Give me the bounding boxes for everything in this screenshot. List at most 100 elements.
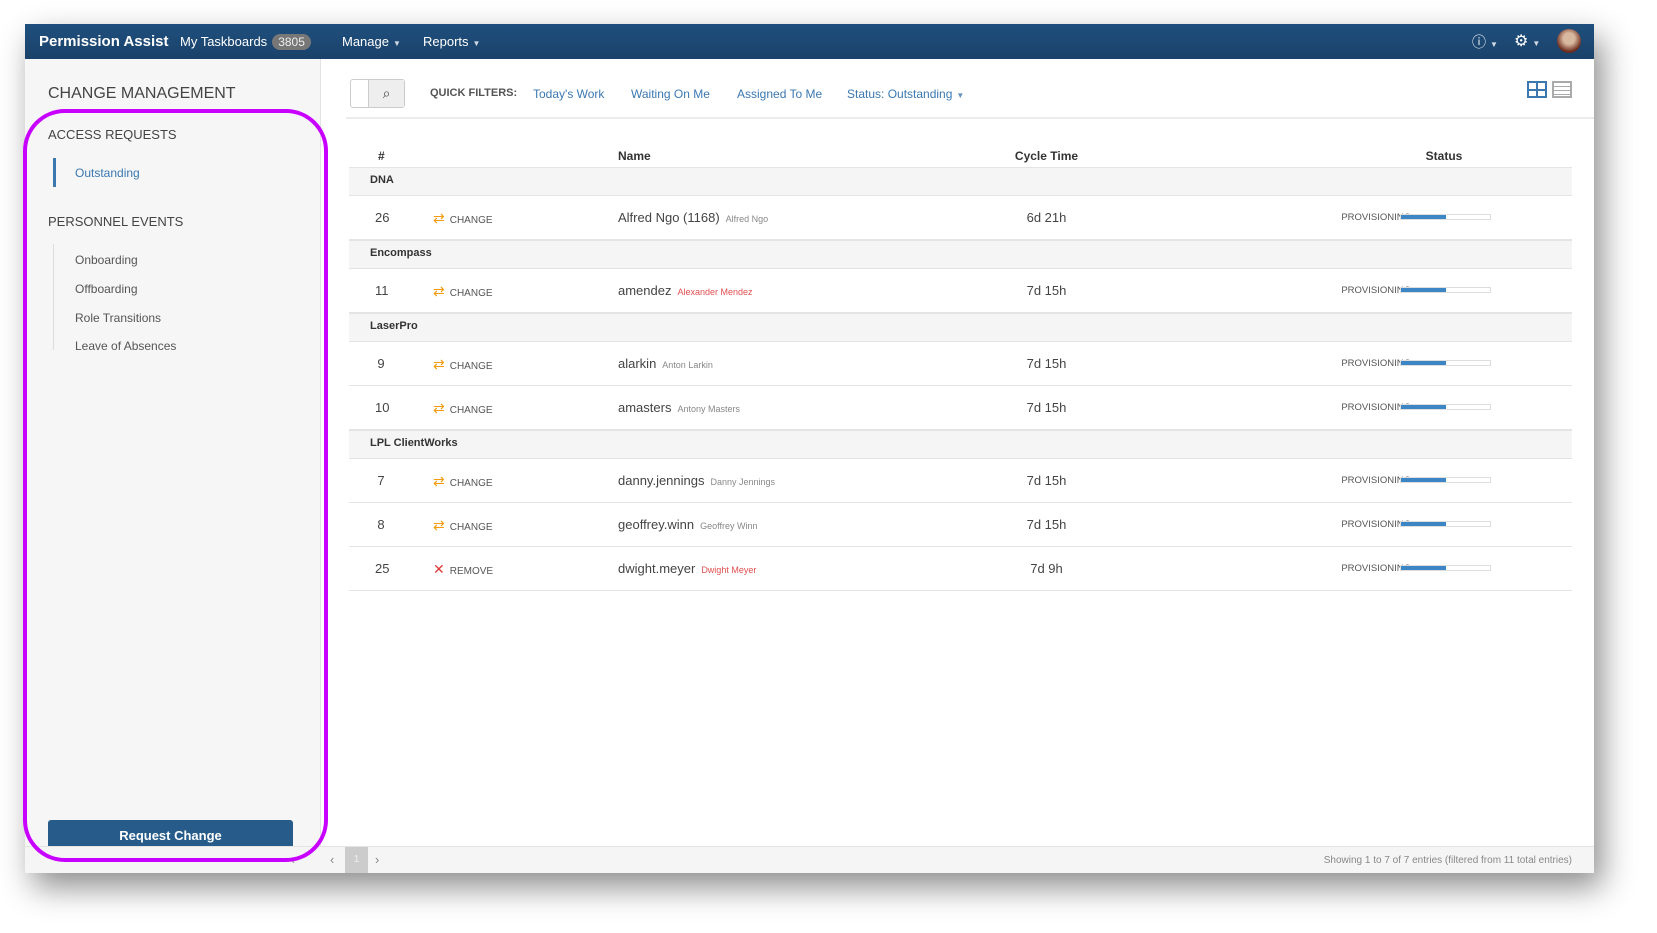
request-type-label: CHANGE <box>450 361 493 372</box>
help-icon[interactable]: ⓘ▼ <box>1472 32 1498 52</box>
cycle-time: 7d 15h <box>989 400 1104 415</box>
sidebar-divider <box>53 244 54 350</box>
filter-status-dropdown[interactable]: Status: Outstanding ▼ <box>847 87 964 101</box>
nav-reports[interactable]: Reports▼ <box>423 34 480 49</box>
sidebar-item-onboarding[interactable]: Onboarding <box>75 253 138 267</box>
person-name: Alexander Mendez <box>677 287 752 297</box>
change-arrows-icon: ⇄ <box>433 283 445 299</box>
request-name[interactable]: dwight.meyer Dwight Meyer <box>618 561 756 576</box>
request-type-label: CHANGE <box>450 478 493 489</box>
account-name: danny.jennings <box>618 473 705 488</box>
group-header: Encompass <box>349 240 1572 269</box>
table-body: DNA 26 ⇄ CHANGE Alfred Ngo (1168)Alfred N… <box>349 167 1572 591</box>
request-type-label: CHANGE <box>450 288 493 299</box>
status-progress-bar <box>1400 360 1491 366</box>
request-type: ⇄ CHANGE <box>433 210 493 227</box>
next-page-button[interactable]: › <box>375 852 379 867</box>
request-type: ⇄CHANGE <box>433 356 493 373</box>
filter-bar: ⌕ QUICK FILTERS: Today's Work Waiting On… <box>346 59 1594 119</box>
change-arrows-icon: ⇄ <box>433 517 445 533</box>
gear-icon[interactable]: ⚙▼ <box>1514 31 1540 51</box>
header-cycle-time[interactable]: Cycle Time <box>989 149 1104 163</box>
request-name[interactable]: danny.jenningsDanny Jennings <box>618 473 775 488</box>
request-name[interactable]: geoffrey.winn Geoffrey Winn <box>618 517 757 532</box>
table-row[interactable]: 8 ⇄CHANGE geoffrey.winn Geoffrey Winn 7d … <box>349 503 1572 547</box>
request-name[interactable]: Alfred Ngo (1168)Alfred Ngo <box>618 210 768 225</box>
remove-icon: ✕ <box>433 561 445 577</box>
person-name: Geoffrey Winn <box>700 521 757 531</box>
group-header: LaserPro <box>349 313 1572 342</box>
top-navbar: Permission Assist My Taskboards3805 Mana… <box>25 24 1594 59</box>
status-label: PROVISIONING <box>1129 519 1411 530</box>
filter-waiting-on-me[interactable]: Waiting On Me <box>631 87 710 101</box>
status-progress-bar <box>1400 521 1491 527</box>
nav-my-taskboards[interactable]: My Taskboards3805 <box>180 34 311 50</box>
sidebar-item-role-transitions[interactable]: Role Transitions <box>75 311 161 325</box>
progress-fill <box>1401 522 1446 526</box>
table-row[interactable]: 11 ⇄CHANGE amendezAlexander Mendez 7d 15… <box>349 269 1572 313</box>
cycle-time: 7d 15h <box>989 517 1104 532</box>
status-label: PROVISIONING <box>1129 212 1411 223</box>
status-progress-bar <box>1400 565 1491 571</box>
table-row[interactable]: 10 ⇄CHANGE amastersAntony Masters 7d 15h… <box>349 386 1572 430</box>
status-progress-bar <box>1400 287 1491 293</box>
page-1-button[interactable]: 1 <box>345 847 368 873</box>
group-header: DNA <box>349 167 1572 196</box>
request-number: 9 <box>375 356 387 371</box>
account-name: geoffrey.winn <box>618 517 694 532</box>
status-label: PROVISIONING <box>1129 563 1411 574</box>
cycle-time: 7d 9h <box>989 561 1104 576</box>
search-input[interactable]: ⌕ <box>350 79 405 108</box>
filter-assigned-to-me[interactable]: Assigned To Me <box>737 87 822 101</box>
person-name: Anton Larkin <box>662 360 713 370</box>
entries-summary: Showing 1 to 7 of 7 entries (filtered fr… <box>1324 855 1572 866</box>
sidebar-item-leave-of-absences[interactable]: Leave of Absences <box>75 339 176 353</box>
person-name: Dwight Meyer <box>701 565 756 575</box>
status-label: PROVISIONING <box>1129 402 1411 413</box>
status-label: PROVISIONING <box>1129 285 1411 296</box>
request-name[interactable]: alarkin Anton Larkin <box>618 356 713 371</box>
table-row[interactable]: 7 ⇄CHANGE danny.jenningsDanny Jennings 7… <box>349 459 1572 503</box>
header-status[interactable]: Status <box>1399 149 1489 163</box>
table-row[interactable]: 9 ⇄CHANGE alarkinAnton Larkin 7d 15h PRO… <box>349 342 1572 386</box>
status-filter-label: Status: Outstanding <box>847 87 952 101</box>
request-name[interactable]: amastersAntony Masters <box>618 400 740 415</box>
account-name: amendez <box>618 283 671 298</box>
request-type: ⇄CHANGE <box>433 400 493 417</box>
account-name: dwight.meyer <box>618 561 695 576</box>
caret-down-icon: ▼ <box>956 91 964 100</box>
sidebar-item-offboarding[interactable]: Offboarding <box>75 282 138 296</box>
requests-table: # Name Cycle Time Status DNA 26 ⇄CHANGE … <box>349 149 1572 591</box>
collapse-sidebar-icon[interactable]: ‹ <box>291 853 295 867</box>
table-row[interactable]: 26 ⇄ CHANGE Alfred Ngo (1168)Alfred Ngo 6… <box>349 196 1572 240</box>
request-type-label: CHANGE <box>450 215 493 226</box>
change-arrows-icon: ⇄ <box>433 400 445 416</box>
list-view-icon[interactable] <box>1552 81 1572 98</box>
request-name[interactable]: amendez Alexander Mendez <box>618 283 753 298</box>
sidebar-title: CHANGE MANAGEMENT <box>48 85 236 103</box>
nav-label: My Taskboards <box>180 34 267 49</box>
nav-manage[interactable]: Manage▼ <box>342 34 401 49</box>
table-row[interactable]: 25 ✕REMOVE dwight.meyerDwight Meyer 7d 9… <box>349 547 1572 591</box>
account-name: Alfred Ngo (1168) <box>618 210 720 225</box>
prev-page-button[interactable]: ‹ <box>330 852 334 867</box>
change-arrows-icon: ⇄ <box>433 210 445 226</box>
header-name[interactable]: Name <box>618 149 651 163</box>
brand-logo[interactable]: Permission Assist <box>39 33 169 50</box>
sidebar-item-outstanding[interactable]: Outstanding <box>75 166 140 180</box>
nav-label: Manage <box>342 34 389 49</box>
account-name: alarkin <box>618 356 656 371</box>
filter-todays-work[interactable]: Today's Work <box>533 87 604 101</box>
person-name: Antony Masters <box>677 404 740 414</box>
user-avatar[interactable] <box>1557 29 1581 53</box>
status-progress-bar <box>1400 404 1491 410</box>
cycle-time: 6d 21h <box>989 210 1104 225</box>
grid-view-icon[interactable] <box>1527 81 1547 98</box>
request-type: ⇄CHANGE <box>433 517 493 534</box>
search-icon[interactable]: ⌕ <box>368 80 404 107</box>
request-number: 8 <box>375 517 387 532</box>
status-label: PROVISIONING <box>1129 358 1411 369</box>
nav-label: Reports <box>423 34 469 49</box>
status-label: PROVISIONING <box>1129 475 1411 486</box>
request-number: 26 <box>375 210 387 225</box>
